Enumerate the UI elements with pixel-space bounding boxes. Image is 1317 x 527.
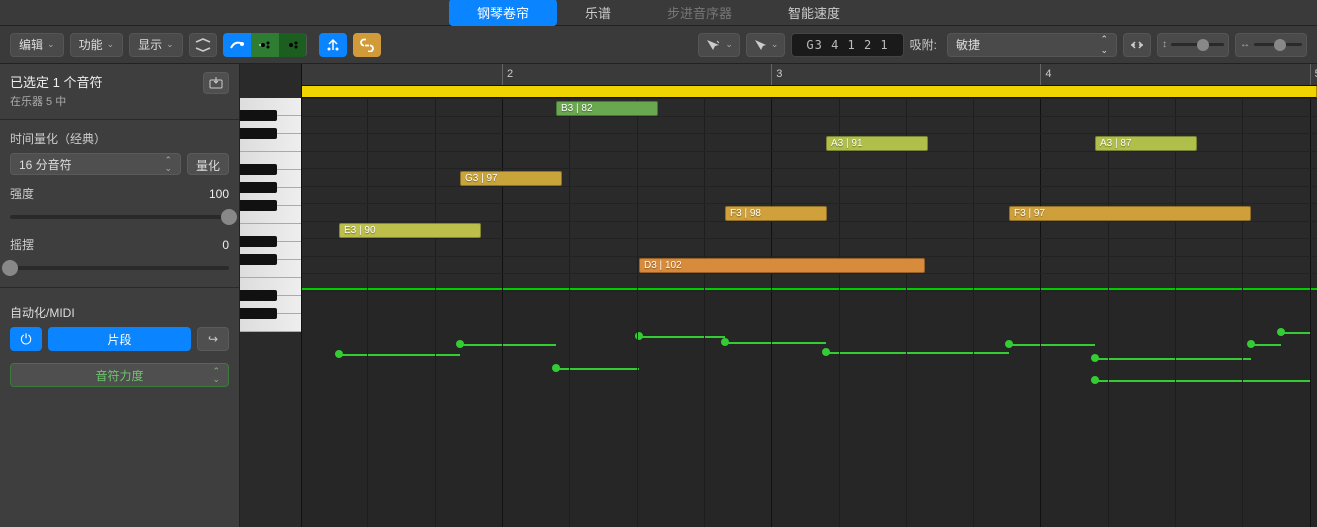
- cmd-click-tool[interactable]: ⌄: [746, 33, 786, 57]
- automation-point[interactable]: [721, 338, 729, 346]
- info-display: G3 4 1 2 1: [791, 33, 903, 57]
- automation-point[interactable]: [1005, 340, 1013, 348]
- tab-score[interactable]: 乐谱: [557, 0, 639, 26]
- midi-note[interactable]: D3 | 102: [639, 258, 925, 273]
- midi-note[interactable]: G3 | 97: [460, 171, 562, 186]
- automation-clip-button[interactable]: 片段: [48, 327, 191, 351]
- snap-label: 吸附:: [910, 36, 937, 53]
- automation-point[interactable]: [1277, 328, 1285, 336]
- midi-note[interactable]: E3 | 90: [339, 223, 481, 238]
- strength-slider[interactable]: [10, 208, 229, 226]
- link-button[interactable]: [353, 33, 381, 57]
- selection-title: 已选定 1 个音符: [10, 72, 102, 91]
- import-button[interactable]: [203, 72, 229, 94]
- view-menu-label: 显示: [138, 36, 162, 53]
- midi-in-group: [223, 33, 307, 57]
- automation-point[interactable]: [822, 348, 830, 356]
- midi-note[interactable]: A3 | 87: [1095, 136, 1197, 151]
- region-marker[interactable]: [302, 86, 1317, 98]
- note-grid[interactable]: 2 3 4 5 B3 | 82 A3 | 91 A3 | 87 G3 | 97 F3 | 98…: [302, 64, 1317, 527]
- piano-roll-editor: 2 3 4 5 B3 | 82 A3 | 91 A3 | 87 G3 | 97 F3 | 98…: [240, 64, 1317, 527]
- automation-lane[interactable]: [302, 288, 1317, 527]
- ruler-mark: 2: [502, 64, 517, 85]
- scroll-to-selection-button[interactable]: [1123, 33, 1151, 57]
- automation-point[interactable]: [456, 340, 464, 348]
- zoom-v-icon: ↕: [1162, 39, 1167, 50]
- tab-smart-tempo[interactable]: 智能速度: [760, 0, 868, 26]
- edit-menu[interactable]: 编辑 ⌄: [10, 33, 64, 57]
- automation-point[interactable]: [335, 350, 343, 358]
- swing-value: 0: [222, 238, 229, 252]
- tab-piano-roll[interactable]: 钢琴卷帘: [449, 0, 557, 26]
- tab-step-sequencer: 步进音序器: [639, 0, 760, 26]
- view-menu[interactable]: 显示 ⌄: [129, 33, 183, 57]
- quantize-label: 时间量化（经典）: [10, 130, 229, 147]
- automation-point[interactable]: [552, 364, 560, 372]
- ruler-mark: 4: [1040, 64, 1055, 85]
- snap-value: 敏捷: [956, 36, 980, 53]
- ruler-mark: 3: [771, 64, 786, 85]
- strength-label: 强度: [10, 185, 34, 202]
- edit-menu-label: 编辑: [19, 36, 43, 53]
- zoom-h-icon: ↔: [1240, 39, 1250, 50]
- inspector-panel: 已选定 1 个音符 在乐器 5 中 时间量化（经典） 16 分音符 ⌃⌄ 量化 …: [0, 64, 240, 527]
- automation-param-value: 音符力度: [95, 367, 143, 384]
- quantize-value-select[interactable]: 16 分音符 ⌃⌄: [10, 153, 181, 175]
- chevron-down-icon: ⌄: [166, 39, 174, 50]
- snap-select[interactable]: 敏捷 ⌃⌄: [947, 33, 1117, 57]
- midi-in-button[interactable]: [251, 33, 279, 57]
- automation-point[interactable]: [1247, 340, 1255, 348]
- editor-toolbar: 编辑 ⌄ 功能 ⌄ 显示 ⌄ ⌄ ⌄ G3 4 1 2 1 吸附: 敏捷 ⌃⌄ ↕ ↔: [0, 26, 1317, 64]
- swing-label: 摇摆: [10, 236, 34, 253]
- piano-keyboard[interactable]: [240, 64, 302, 527]
- automation-cycle-button[interactable]: ↪: [197, 327, 229, 351]
- swing-slider[interactable]: [10, 259, 229, 277]
- midi-note[interactable]: B3 | 82: [556, 101, 658, 116]
- midi-note[interactable]: A3 | 91: [826, 136, 928, 151]
- midi-note[interactable]: F3 | 97: [1009, 206, 1251, 221]
- automation-point[interactable]: [1091, 376, 1099, 384]
- ruler-mark: 5: [1310, 64, 1317, 85]
- vertical-zoom-slider[interactable]: ↕: [1157, 33, 1229, 57]
- selection-subtitle: 在乐器 5 中: [10, 93, 102, 109]
- automation-param-select[interactable]: 音符力度 ⌃⌄: [10, 363, 229, 387]
- midi-draw-button[interactable]: [223, 33, 251, 57]
- updown-icon: ⌃⌄: [164, 156, 172, 172]
- midi-out-button[interactable]: [279, 33, 307, 57]
- automation-power-button[interactable]: ⏻: [10, 327, 42, 351]
- chevron-down-icon: ⌄: [47, 39, 55, 50]
- function-menu-label: 功能: [79, 36, 103, 53]
- left-click-tool[interactable]: ⌄: [698, 33, 740, 57]
- automation-point[interactable]: [1091, 354, 1099, 362]
- quantize-value: 16 分音符: [19, 156, 72, 173]
- updown-icon: ⌃⌄: [212, 367, 220, 383]
- chevron-down-icon: ⌄: [107, 39, 115, 50]
- automation-header: 自动化/MIDI: [10, 304, 229, 321]
- midi-note[interactable]: F3 | 98: [725, 206, 827, 221]
- quantize-button[interactable]: 量化: [187, 153, 229, 175]
- catch-playhead-button[interactable]: [319, 33, 347, 57]
- view-tab-bar: 钢琴卷帘 乐谱 步进音序器 智能速度: [0, 0, 1317, 26]
- chevron-down-icon: ⌄: [771, 39, 779, 50]
- strength-value: 100: [209, 187, 229, 201]
- bar-ruler[interactable]: 2 3 4 5: [302, 64, 1317, 86]
- horizontal-zoom-slider[interactable]: ↔: [1235, 33, 1307, 57]
- chevron-down-icon: ⌄: [725, 39, 733, 50]
- updown-icon: ⌃⌄: [1100, 34, 1108, 56]
- function-menu[interactable]: 功能 ⌄: [70, 33, 124, 57]
- collapse-icon[interactable]: [189, 33, 217, 57]
